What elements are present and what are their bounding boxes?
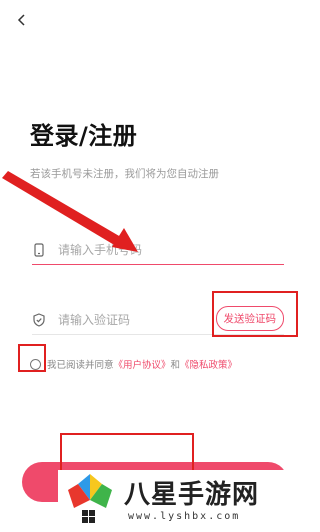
watermark-logo [66,472,114,523]
shield-icon [32,312,46,327]
watermark-title: 八星手游网 [124,480,260,510]
page-title: 登录/注册 [30,122,138,150]
chevron-left-icon [17,14,25,26]
agreement-row: 我已阅读并同意 《用户协议》 和 《隐私政策》 [30,357,237,371]
phone-field [32,234,284,265]
back-button[interactable] [10,8,34,32]
page-subtitle: 若该手机号未注册，我们将为您自动注册 [30,168,219,180]
phone-input[interactable] [56,238,230,262]
phone-icon [32,242,46,257]
privacy-policy-link[interactable]: 《隐私政策》 [180,357,237,371]
agreement-prefix: 我已阅读并同意 [47,360,114,371]
watermark-url: www.lyshbx.com [128,511,241,522]
user-agreement-link[interactable]: 《用户协议》 [114,357,171,371]
annotation-box-send-code [212,291,298,337]
login-page: 登录/注册 若该手机号未注册，我们将为您自动注册 发送验证码 我已阅读并同意 《… [0,0,311,532]
agreement-and: 和 [170,360,181,371]
code-input[interactable] [56,308,230,332]
annotation-box-checkbox [18,344,46,372]
watermark: 八星手游网 www.lyshbx.com [58,470,311,532]
